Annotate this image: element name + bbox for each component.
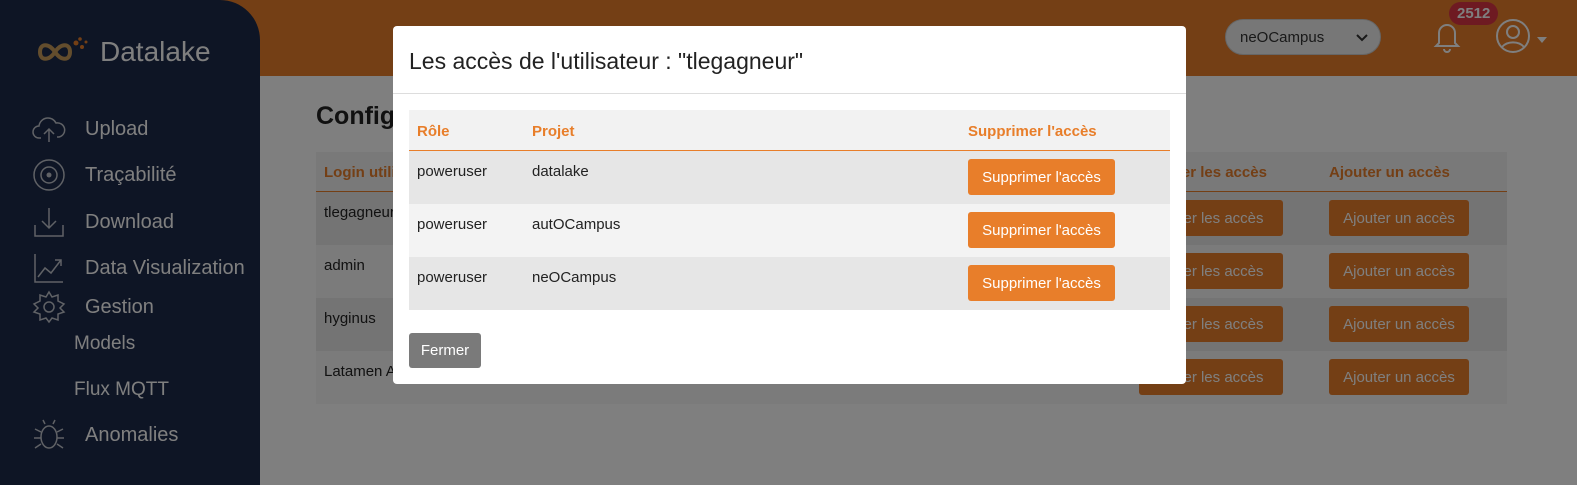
project-cell: neOCampus bbox=[532, 269, 617, 286]
col-project: Projet bbox=[532, 123, 575, 140]
divider bbox=[393, 93, 1186, 94]
delete-access-button[interactable]: Supprimer l'accès bbox=[968, 212, 1115, 248]
col-role: Rôle bbox=[417, 123, 450, 140]
table-row: poweruser neOCampus Supprimer l'accès bbox=[409, 257, 1170, 310]
delete-access-button[interactable]: Supprimer l'accès bbox=[968, 265, 1115, 301]
delete-access-button[interactable]: Supprimer l'accès bbox=[968, 159, 1115, 195]
access-modal: Les accès de l'utilisateur : "tlegagneur… bbox=[393, 26, 1186, 384]
project-cell: datalake bbox=[532, 163, 589, 180]
role-cell: poweruser bbox=[417, 269, 488, 286]
col-delete: Supprimer l'accès bbox=[968, 123, 1097, 140]
table-row: poweruser datalake Supprimer l'accès bbox=[409, 151, 1170, 204]
modal-title: Les accès de l'utilisateur : "tlegagneur… bbox=[409, 48, 804, 74]
access-table-header: Rôle Projet Supprimer l'accès bbox=[409, 110, 1170, 151]
project-cell: autOCampus bbox=[532, 216, 621, 233]
role-cell: poweruser bbox=[417, 163, 488, 180]
table-row: poweruser autOCampus Supprimer l'accès bbox=[409, 204, 1170, 257]
access-table: Rôle Projet Supprimer l'accès poweruser … bbox=[409, 110, 1170, 310]
close-button[interactable]: Fermer bbox=[409, 333, 481, 368]
role-cell: poweruser bbox=[417, 216, 488, 233]
